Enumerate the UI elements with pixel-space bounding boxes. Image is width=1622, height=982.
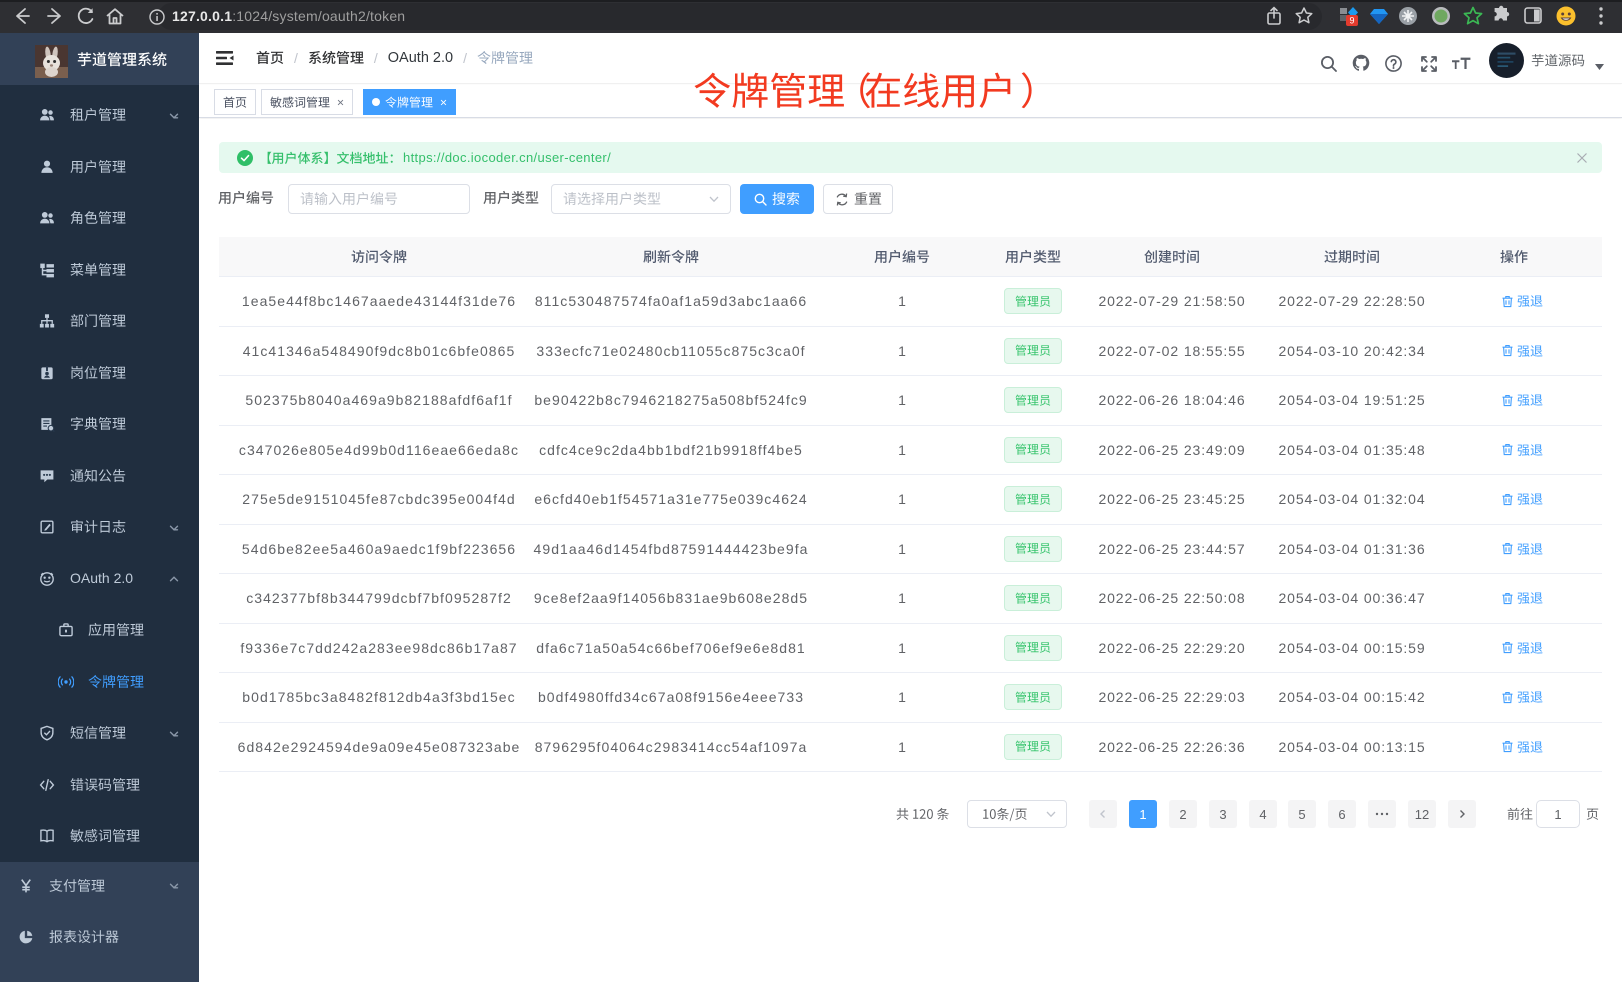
svg-text:9: 9: [1349, 16, 1354, 26]
